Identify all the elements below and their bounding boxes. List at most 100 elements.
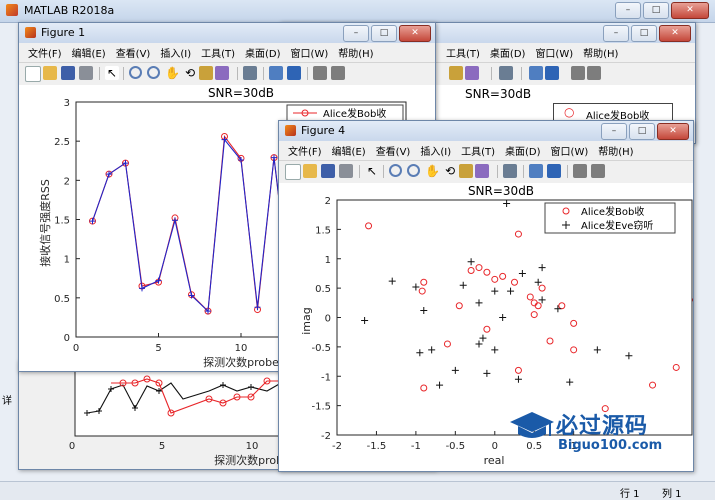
menu-window[interactable]: 窗口(W) xyxy=(530,45,578,60)
select-arrow-icon[interactable]: ↖ xyxy=(365,164,379,178)
menu-desktop[interactable]: 桌面(D) xyxy=(500,143,546,158)
menu-window[interactable]: 窗口(W) xyxy=(546,143,594,158)
x-tick-label: 0 xyxy=(492,441,498,452)
figure-1-toolbar: ↖ ✋ ⟲ xyxy=(19,62,435,86)
show-tools-icon[interactable] xyxy=(587,66,601,80)
menu-desktop[interactable]: 桌面(D) xyxy=(240,45,286,60)
hide-tools-icon[interactable] xyxy=(573,164,587,178)
zoom-in-icon[interactable] xyxy=(129,66,142,79)
y-tick-label: 0 xyxy=(64,333,70,344)
menu-help[interactable]: 帮助(H) xyxy=(578,45,623,60)
pan-hand-icon[interactable]: ✋ xyxy=(165,66,180,80)
plot-title: SNR=30dB xyxy=(468,184,534,198)
menu-help[interactable]: 帮助(H) xyxy=(333,45,378,60)
colorbar-icon[interactable] xyxy=(529,66,543,80)
open-file-icon[interactable] xyxy=(303,164,317,178)
zoom-out-icon[interactable] xyxy=(407,164,420,177)
menu-edit[interactable]: 编辑(E) xyxy=(67,45,111,60)
graduation-cap-icon xyxy=(510,412,554,438)
save-icon[interactable] xyxy=(61,66,75,80)
new-figure-icon[interactable] xyxy=(285,164,301,180)
menu-view[interactable]: 查看(V) xyxy=(371,143,416,158)
menu-tools[interactable]: 工具(T) xyxy=(456,143,500,158)
pan-hand-icon[interactable]: ✋ xyxy=(425,164,440,178)
menu-help[interactable]: 帮助(H) xyxy=(593,143,638,158)
link-icon[interactable] xyxy=(243,66,257,80)
plot-area xyxy=(336,199,693,436)
show-tools-icon[interactable] xyxy=(331,66,345,80)
matlab-title: MATLAB R2018a xyxy=(24,4,115,17)
status-bar: 行 1 列 1 xyxy=(0,481,715,500)
brush-icon[interactable] xyxy=(465,66,479,80)
status-col: 列 1 xyxy=(662,489,682,500)
rotate-3d-icon[interactable]: ⟲ xyxy=(183,66,197,80)
legend: Alice发Bob收 xyxy=(286,104,404,122)
print-icon[interactable] xyxy=(339,164,353,178)
menu-insert[interactable]: 插入(I) xyxy=(415,143,456,158)
hide-tools-icon[interactable] xyxy=(571,66,585,80)
legend-icon[interactable] xyxy=(547,164,561,178)
colorbar-icon[interactable] xyxy=(269,66,283,80)
minimize-button[interactable]: – xyxy=(601,123,627,140)
close-button[interactable]: ✕ xyxy=(399,25,431,42)
figure-4-toolbar: ↖ ✋ ⟲ xyxy=(279,160,693,184)
menu-edit[interactable]: 编辑(E) xyxy=(327,143,371,158)
hide-tools-icon[interactable] xyxy=(313,66,327,80)
menu-desktop[interactable]: 桌面(D) xyxy=(485,45,531,60)
maximize-button[interactable]: □ xyxy=(629,123,655,140)
figure-1-titlebar: Figure 1 – □ ✕ xyxy=(19,23,435,43)
menu-tools[interactable]: 工具(T) xyxy=(441,45,485,60)
show-tools-icon[interactable] xyxy=(591,164,605,178)
x-axis-label: real xyxy=(484,454,505,467)
menu-tools[interactable]: 工具(T) xyxy=(196,45,240,60)
y-tick-label: -0.5 xyxy=(311,343,331,354)
brush-icon[interactable] xyxy=(475,164,489,178)
data-cursor-icon[interactable] xyxy=(199,66,213,80)
zoom-out-icon[interactable] xyxy=(147,66,160,79)
menu-view[interactable]: 查看(V) xyxy=(111,45,156,60)
x-axis-label: 探测次数probe xyxy=(203,355,279,369)
minimize-button[interactable]: – xyxy=(343,25,369,42)
select-arrow-icon[interactable]: ↖ xyxy=(105,66,119,80)
close-button[interactable]: ✕ xyxy=(659,25,691,42)
x-tick: 10 xyxy=(246,441,259,452)
menu-insert[interactable]: 插入(I) xyxy=(155,45,196,60)
watermark-main: 必过源码 xyxy=(556,414,649,439)
figure-4-title: Figure 4 xyxy=(301,124,346,137)
brush-icon[interactable] xyxy=(215,66,229,80)
colorbar-icon[interactable] xyxy=(529,164,543,178)
maximize-button[interactable]: □ xyxy=(371,25,397,42)
menu-file[interactable]: 文件(F) xyxy=(23,45,67,60)
open-file-icon[interactable] xyxy=(43,66,57,80)
new-figure-icon[interactable] xyxy=(25,66,41,82)
data-cursor-icon[interactable] xyxy=(459,164,473,178)
legend-label-eve: Alice发Eve窃听 xyxy=(581,219,653,232)
close-button[interactable]: ✕ xyxy=(657,123,689,140)
save-icon[interactable] xyxy=(321,164,335,178)
y-tick-label: 0.5 xyxy=(54,294,70,305)
close-button[interactable]: ✕ xyxy=(671,2,709,19)
legend: Alice发Bob收 Alice发Eve窃听 xyxy=(544,202,676,234)
data-cursor-icon[interactable] xyxy=(449,66,463,80)
maximize-button[interactable]: □ xyxy=(631,25,657,42)
print-icon[interactable] xyxy=(79,66,93,80)
link-icon[interactable] xyxy=(499,66,513,80)
x-tick-label: -0.5 xyxy=(446,441,466,452)
minimize-button[interactable]: – xyxy=(603,25,629,42)
zoom-in-icon[interactable] xyxy=(389,164,402,177)
rotate-3d-icon[interactable]: ⟲ xyxy=(443,164,457,178)
y-tick-label: 0.5 xyxy=(315,284,331,295)
legend-label-alice: Alice发Bob收 xyxy=(581,205,644,218)
figure-4-titlebar: Figure 4 – □ ✕ xyxy=(279,121,693,141)
maximize-button[interactable]: □ xyxy=(643,2,669,19)
link-icon[interactable] xyxy=(503,164,517,178)
plot-title: SNR=30dB xyxy=(465,87,532,101)
menu-file[interactable]: 文件(F) xyxy=(283,143,327,158)
y-tick-label: -1 xyxy=(321,372,331,383)
legend-icon[interactable] xyxy=(545,66,559,80)
plot-title: SNR=30dB xyxy=(208,86,274,100)
menu-window[interactable]: 窗口(W) xyxy=(286,45,334,60)
minimize-button[interactable]: – xyxy=(615,2,641,19)
y-axis-label: imag xyxy=(300,307,313,335)
legend-icon[interactable] xyxy=(287,66,301,80)
